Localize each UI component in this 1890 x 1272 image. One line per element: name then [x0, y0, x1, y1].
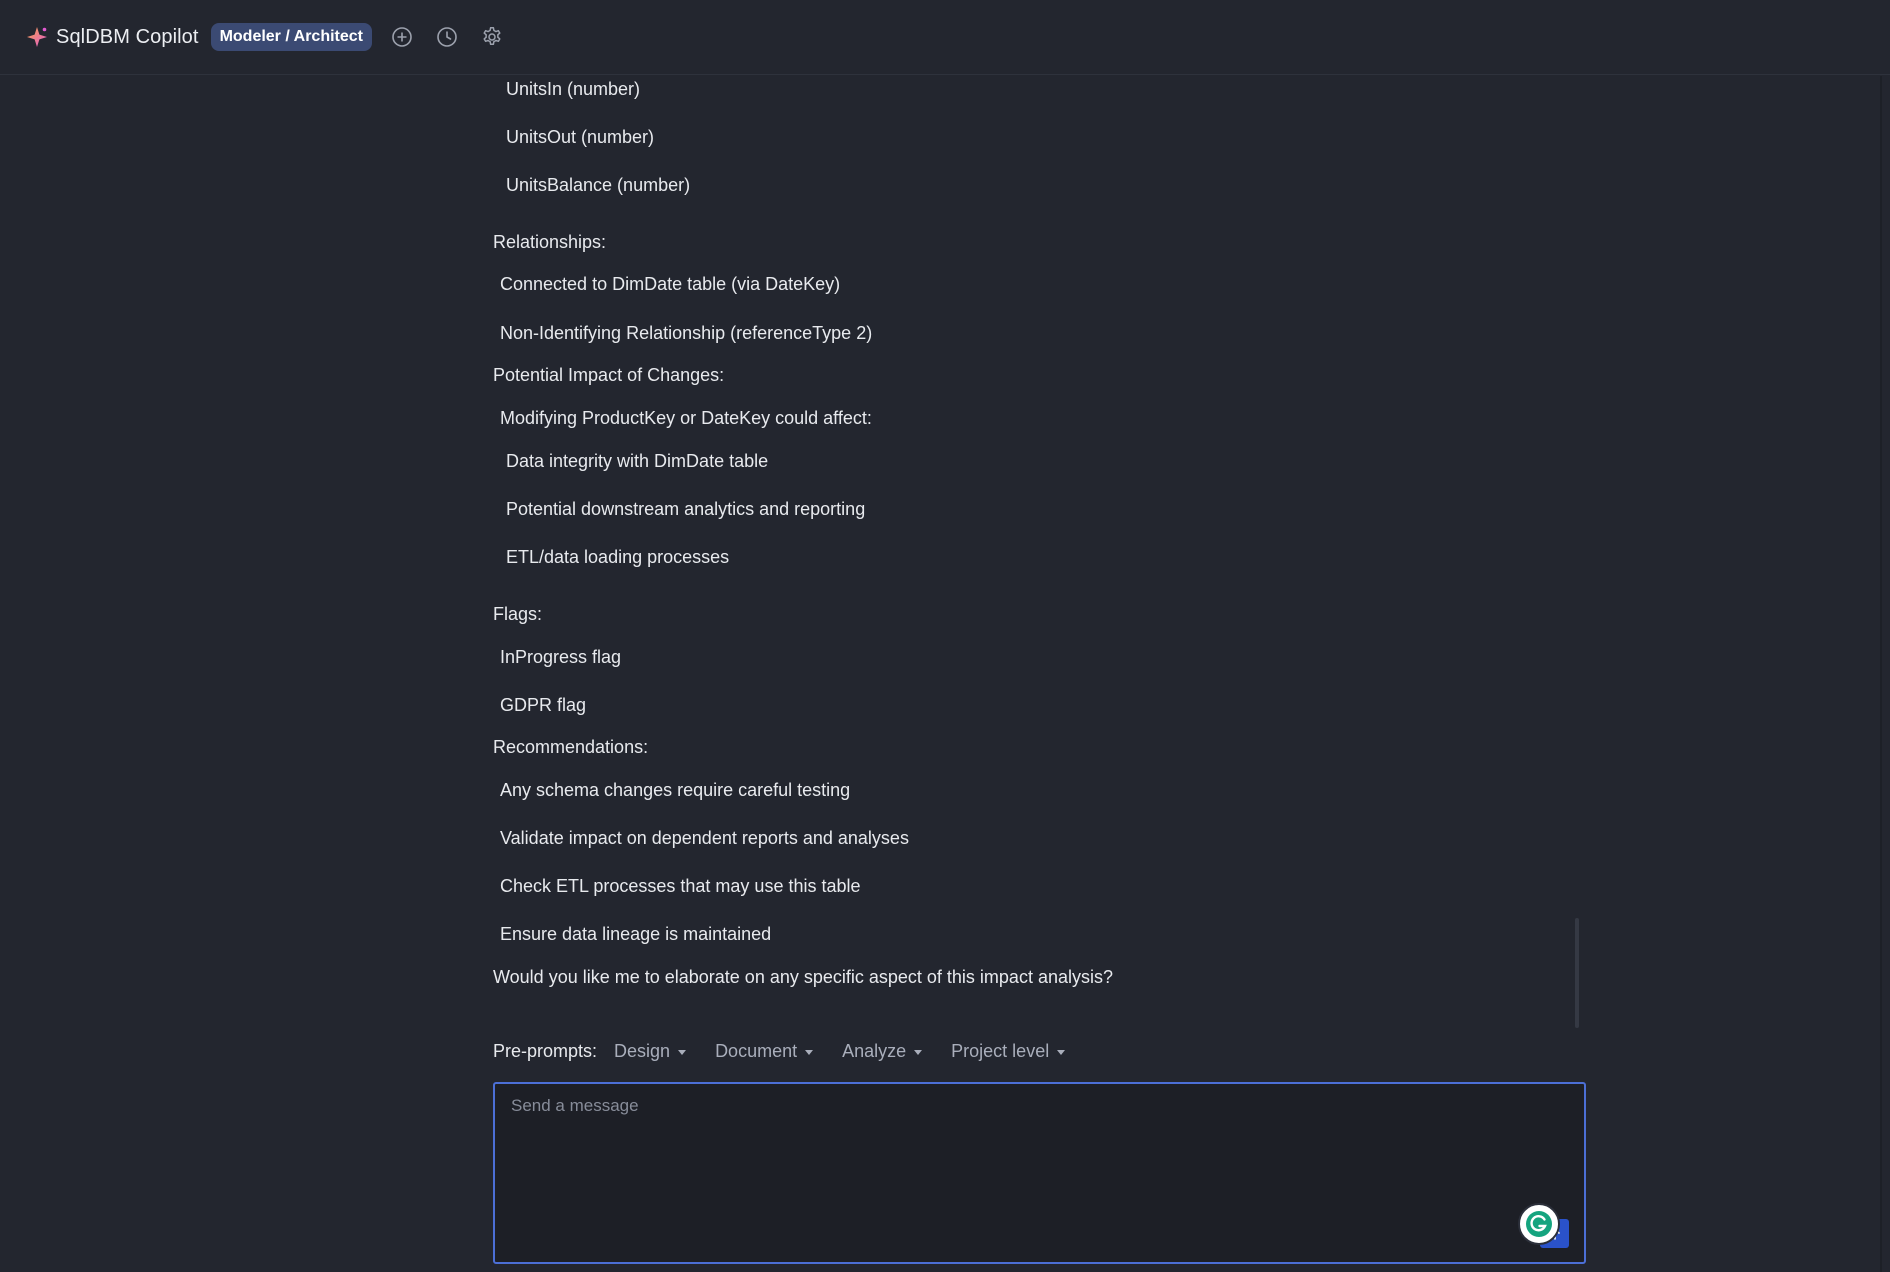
- preprompts-bar: Pre-prompts: Design Document Analyze Pro…: [493, 1039, 1094, 1063]
- response-line: InProgress flag: [500, 647, 622, 667]
- copilot-app: SqlDBM Copilot Modeler / Architect Units…: [0, 0, 1890, 1272]
- response-line: Ensure data lineage is maintained: [500, 924, 772, 944]
- header-bar: SqlDBM Copilot Modeler / Architect: [0, 0, 1890, 75]
- response-line: Any schema changes require careful testi…: [500, 780, 851, 800]
- response-heading: Potential Impact of Changes:: [493, 365, 725, 385]
- response-heading: Flags:: [493, 604, 543, 624]
- response-line: Non-Identifying Relationship (referenceT…: [500, 323, 873, 343]
- settings-gear-icon[interactable]: [480, 25, 504, 49]
- preprompt-label: Document: [715, 1040, 798, 1061]
- message-composer: [493, 1082, 1586, 1264]
- preprompt-document-dropdown[interactable]: Document: [715, 1040, 814, 1062]
- sparkle-logo-icon: [26, 26, 48, 48]
- response-line: Connected to DimDate table (via DateKey): [500, 274, 841, 294]
- response-closing-question: Would you like me to elaborate on any sp…: [493, 967, 1113, 987]
- response-line: UnitsBalance (number): [506, 175, 691, 195]
- preprompt-label: Design: [614, 1040, 671, 1061]
- app-title: SqlDBM Copilot: [56, 25, 199, 48]
- caret-down-icon: [805, 1050, 814, 1055]
- preprompt-label: Project level: [951, 1040, 1050, 1061]
- caret-down-icon: [678, 1050, 687, 1055]
- response-line: Modifying ProductKey or DateKey could af…: [500, 408, 872, 428]
- response-line: UnitsOut (number): [506, 127, 655, 147]
- response-line: Check ETL processes that may use this ta…: [500, 876, 861, 896]
- chat-transcript[interactable]: UnitsIn (number) UnitsOut (number) Units…: [0, 76, 1890, 1026]
- panel-divider: [1880, 76, 1882, 1272]
- role-badge[interactable]: Modeler / Architect: [210, 23, 372, 51]
- new-chat-plus-icon[interactable]: [390, 25, 414, 49]
- response-heading: Relationships:: [493, 232, 607, 252]
- response-line: Data integrity with DimDate table: [506, 451, 769, 471]
- response-line: UnitsIn (number): [506, 79, 641, 99]
- response-line: Validate impact on dependent reports and…: [500, 828, 909, 848]
- preprompt-analyze-dropdown[interactable]: Analyze: [842, 1040, 923, 1062]
- grammar-assistant-icon[interactable]: [1518, 1203, 1560, 1245]
- caret-down-icon: [1057, 1050, 1066, 1055]
- response-line: ETL/data loading processes: [506, 547, 730, 567]
- response-heading: Recommendations:: [493, 737, 649, 757]
- caret-down-icon: [914, 1050, 923, 1055]
- preprompt-design-dropdown[interactable]: Design: [614, 1040, 687, 1062]
- response-line: GDPR flag: [500, 695, 587, 715]
- response-line: Potential downstream analytics and repor…: [506, 499, 866, 519]
- message-input[interactable]: [511, 1096, 1551, 1246]
- preprompt-project-level-dropdown[interactable]: Project level: [951, 1040, 1066, 1062]
- history-clock-icon[interactable]: [435, 25, 459, 49]
- preprompt-label: Analyze: [842, 1040, 907, 1061]
- chat-scrollbar[interactable]: [1575, 918, 1579, 1028]
- preprompts-label: Pre-prompts:: [493, 1040, 598, 1061]
